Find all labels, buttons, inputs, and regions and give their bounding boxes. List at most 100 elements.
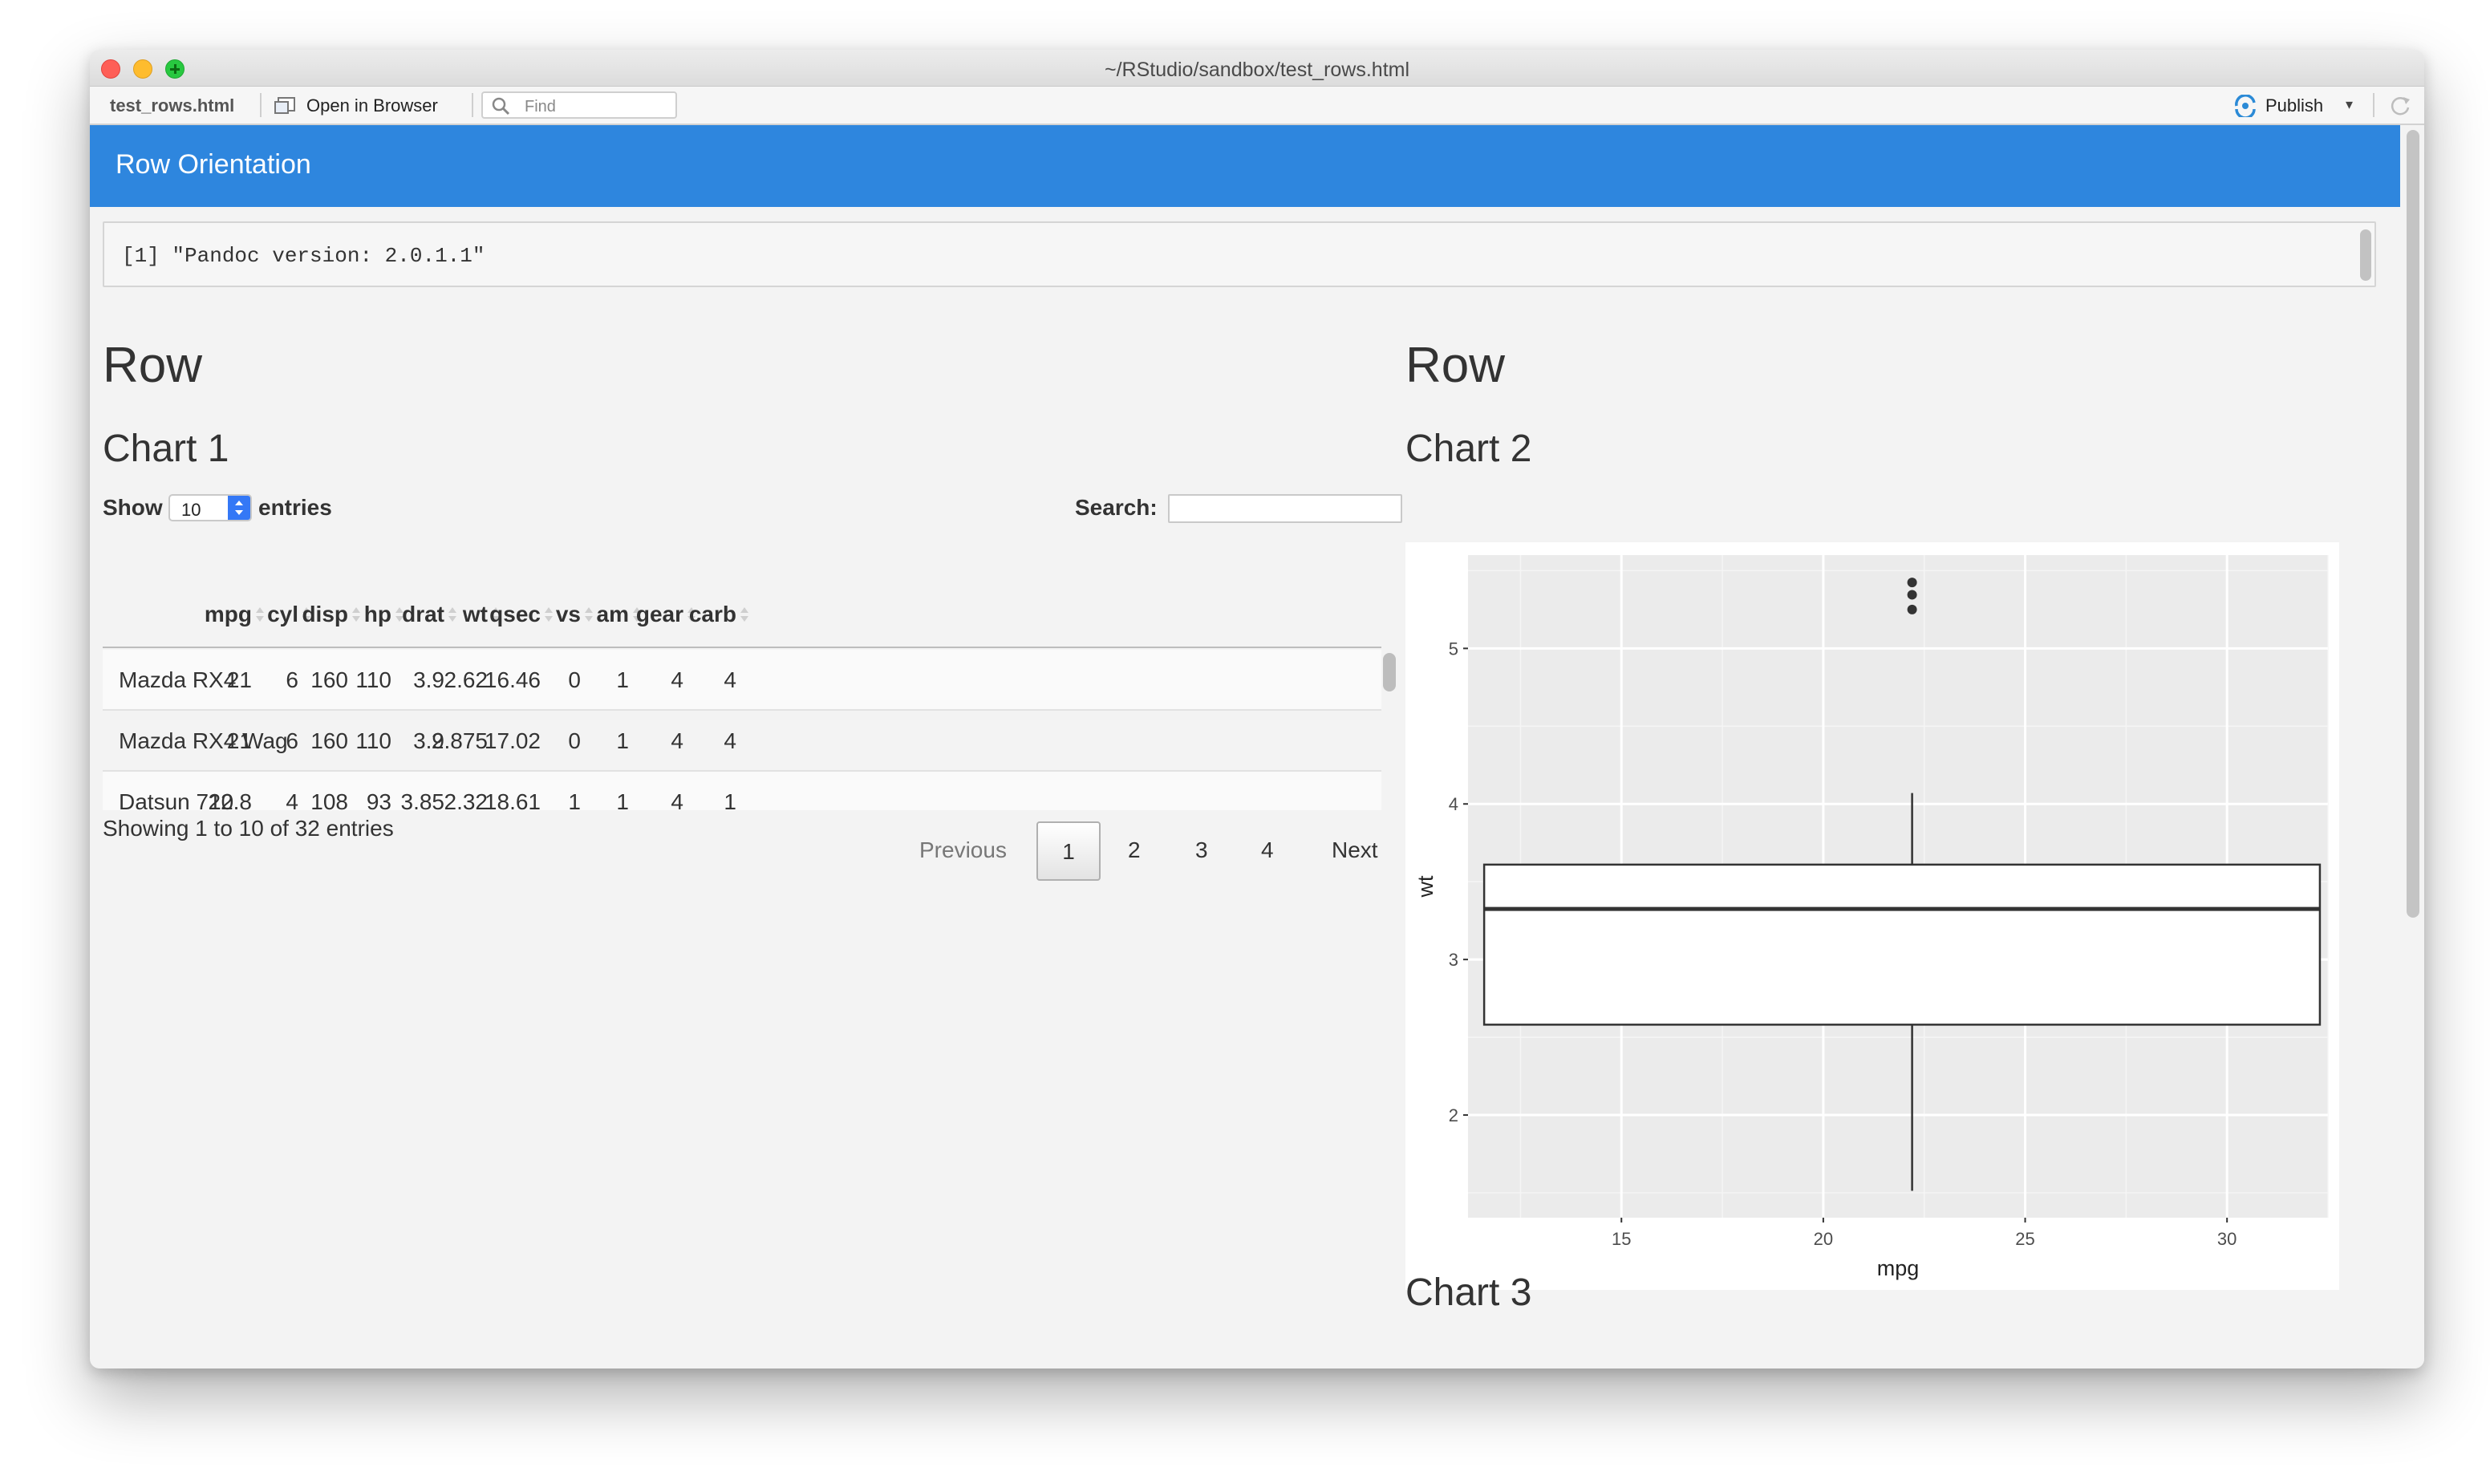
pagination-next[interactable]: Next — [1332, 837, 1378, 863]
cell-gear: 4 — [671, 789, 683, 810]
column-header-drat[interactable]: drat — [402, 602, 444, 627]
console-output-box: [1] "Pandoc version: 2.0.1.1" — [103, 221, 2376, 287]
entries-label: entries — [258, 495, 332, 520]
cell-disp: 160 — [310, 667, 348, 692]
select-stepper-icon[interactable] — [228, 496, 250, 520]
sort-icon[interactable] — [351, 605, 361, 624]
cell-qsec: 16.46 — [484, 667, 541, 692]
x-tick-label: 30 — [2217, 1229, 2237, 1249]
table-info: Showing 1 to 10 of 32 entries — [103, 816, 394, 841]
table-scrollbar-thumb[interactable] — [1383, 653, 1396, 691]
cell-cyl: 4 — [286, 789, 298, 810]
box-iqr — [1482, 863, 2322, 1026]
toolbar-divider — [260, 93, 262, 117]
publish-icon[interactable] — [2233, 95, 2257, 117]
cell-hp: 93 — [366, 789, 391, 810]
cell-drat: 3.9 — [413, 667, 444, 692]
chart2-panel: 15 20 25 30 2 3 4 5 mpg wt — [1405, 542, 2339, 1290]
refresh-icon[interactable] — [2389, 95, 2411, 117]
pagination-page-1[interactable]: 1 — [1036, 821, 1101, 881]
console-output-text: [1] "Pandoc version: 2.0.1.1" — [122, 244, 485, 268]
column-header-hp[interactable]: hp — [364, 602, 391, 627]
table-search-input[interactable] — [1168, 494, 1402, 523]
chart3-title: Chart 3 — [1405, 1271, 1532, 1314]
cell-gear: 4 — [671, 728, 683, 753]
sort-icon[interactable] — [255, 605, 265, 624]
cell-am: 1 — [616, 667, 629, 692]
outlier-point — [1907, 578, 1917, 588]
rstudio-viewer-window: ~/RStudio/sandbox/test_rows.html test_ro… — [90, 50, 2424, 1368]
table-body: Mazda RX4 21 6 160 110 3.9 2.62 16.46 0 1 4 4 Mazda … — [103, 650, 1381, 810]
sort-icon[interactable] — [740, 605, 749, 624]
pagination-page-label: 1 — [1062, 839, 1075, 864]
cell-vs: 0 — [568, 728, 581, 753]
column-header-wt[interactable]: wt — [463, 602, 488, 627]
pagination-page-2[interactable]: 2 — [1128, 837, 1141, 863]
publish-button[interactable]: Publish — [2265, 95, 2323, 116]
cell-vs: 0 — [568, 667, 581, 692]
dashboard-navbar: Row Orientation — [90, 125, 2400, 207]
row-heading-right: Row — [1405, 338, 1506, 393]
cell-vs: 1 — [568, 789, 581, 810]
cell-wt: 2.875 — [431, 728, 488, 753]
x-axis-label: mpg — [1877, 1256, 1920, 1280]
table-header-row: mpg cyl disp hp drat wt qsec vs am gear carb — [103, 587, 1381, 648]
cell-carb: 1 — [724, 789, 736, 810]
entries-select-value: 10 — [181, 500, 201, 520]
table-row[interactable]: Mazda RX4 21 6 160 110 3.9 2.62 16.46 0 1 4 4 — [103, 650, 1381, 711]
cell-carb: 4 — [724, 667, 736, 692]
column-header-qsec[interactable]: qsec — [489, 602, 541, 627]
cell-qsec: 17.02 — [484, 728, 541, 753]
browser-icon[interactable] — [274, 96, 297, 116]
toolbar-divider — [472, 93, 473, 117]
console-scrollbar-thumb[interactable] — [2360, 229, 2371, 281]
row-name-cell: Mazda RX4 — [119, 667, 237, 692]
pagination-previous[interactable]: Previous — [919, 837, 1007, 863]
cell-am: 1 — [616, 728, 629, 753]
pagination-page-4[interactable]: 4 — [1261, 837, 1274, 863]
window-title: ~/RStudio/sandbox/test_rows.html — [1104, 59, 1410, 81]
cell-wt: 2.32 — [444, 789, 489, 810]
find-placeholder: Find — [525, 98, 556, 116]
page-scrollbar-thumb[interactable] — [2407, 130, 2419, 918]
table-row[interactable]: Datsun 710 22.8 4 108 93 3.85 2.32 18.61 1 1 4 1 — [103, 772, 1381, 810]
chevron-down-icon[interactable]: ▾ — [2346, 96, 2353, 113]
table-row[interactable]: Mazda RX4 Wag 21 6 160 110 3.9 2.875 17.02 0 1 4 4 — [103, 711, 1381, 772]
find-input[interactable]: Find — [481, 91, 677, 119]
cell-wt: 2.62 — [444, 667, 489, 692]
cell-disp: 160 — [310, 728, 348, 753]
show-label: Show — [103, 495, 163, 520]
cell-qsec: 18.61 — [484, 789, 541, 810]
cell-cyl: 6 — [286, 728, 298, 753]
column-header-disp[interactable]: disp — [302, 602, 348, 627]
cell-hp: 110 — [355, 667, 391, 692]
cell-cyl: 6 — [286, 667, 298, 692]
column-header-cyl[interactable]: cyl — [267, 602, 298, 627]
chart2-title: Chart 2 — [1405, 428, 1532, 470]
pagination-page-3[interactable]: 3 — [1195, 837, 1208, 863]
column-header-vs[interactable]: vs — [556, 602, 581, 627]
y-tick-label: 2 — [1449, 1105, 1458, 1125]
cell-gear: 4 — [671, 667, 683, 692]
viewer-toolbar: test_rows.html Open in Browser Find Publ… — [90, 87, 2424, 125]
sort-icon[interactable] — [584, 605, 594, 624]
cell-carb: 4 — [724, 728, 736, 753]
sort-icon[interactable] — [448, 605, 457, 624]
entries-select[interactable]: 10 — [168, 494, 252, 521]
sort-icon[interactable] — [544, 605, 554, 624]
y-tick-label: 4 — [1449, 794, 1458, 814]
x-tick-label: 20 — [1814, 1229, 1833, 1249]
cell-mpg: 21 — [226, 728, 252, 753]
cell-mpg: 21 — [226, 667, 252, 692]
column-header-mpg[interactable]: mpg — [205, 602, 252, 627]
column-header-gear[interactable]: gear — [636, 602, 683, 627]
table-search-label: Search: — [1075, 495, 1158, 520]
open-in-browser-button[interactable]: Open in Browser — [306, 95, 438, 116]
dashboard-title: Row Orientation — [116, 149, 311, 180]
outlier-point — [1907, 604, 1917, 614]
y-tick-label: 5 — [1449, 639, 1458, 659]
column-header-am[interactable]: am — [597, 602, 629, 627]
column-header-carb[interactable]: carb — [689, 602, 736, 627]
cell-disp: 108 — [310, 789, 348, 810]
cell-hp: 110 — [355, 728, 391, 753]
